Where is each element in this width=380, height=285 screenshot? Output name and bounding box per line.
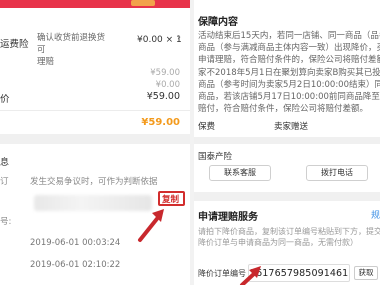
claim-title: 申请理赔服务 (198, 212, 258, 223)
desc-line: 理赔 (37, 57, 55, 67)
coverage-line: 家不2018年5月1日在聚划算向卖家B购买其已投保价保险的 (198, 67, 380, 78)
order-created-time: 2019-06-01 00:03:24 (30, 238, 121, 248)
redacted-order-number (34, 195, 152, 211)
coverage-line: 活动结束后15天内，若同一店铺、同一商品（品名、 (198, 31, 380, 41)
call-phone-button[interactable]: 拨打电话 (306, 165, 368, 181)
order-detail-panel: 运费险 确认收货前退换货可 理赔 ¥0.00 × 1 › ¥59.00 ¥0.0… (0, 0, 190, 285)
coverage-line: 申请理赔，符合赔付条件的，保险公司将赔付差额。 (198, 55, 380, 66)
subtotal-value: ¥59.00 (146, 91, 180, 102)
coverage-line: 商品（参与满减商品主体内容一致）出现降价，买家可向保险公 (198, 43, 380, 54)
total-row: ¥59.00 (0, 114, 190, 132)
insurer-name: 国泰产险 (198, 152, 233, 162)
claim-line: 请拍下降价商品，复制该订单编号粘贴到下方，提交后 (198, 227, 380, 236)
insurance-detail-panel: 保障内容 活动结束后15天内，若同一店铺、同一商品（品名、 商品（参与满减商品主… (194, 0, 380, 285)
order-number-input[interactable]: 3617657985091461 (248, 264, 350, 282)
shipping-insurance-label: 运费险 (0, 39, 29, 50)
price-value: ¥59.00 (150, 68, 180, 78)
premium-value: 卖家赠送 (274, 122, 309, 132)
claim-instructions: 请拍下降价商品，复制该订单编号粘贴到下方，提交后 降价订单与申请商品为同一商品，… (198, 226, 380, 248)
subtotal-row: 价 ¥59.00 (0, 91, 190, 105)
order-number-input-label: 降价订单编号 (198, 269, 246, 278)
fetch-button-label: 获取 (358, 268, 374, 277)
order-number-value: 3617657985091461 (250, 268, 349, 279)
order-paid-time: 2019-06-01 02:10:22 (30, 260, 121, 270)
claim-line: 降价订单与申请商品为同一商品，无需付款） (198, 238, 358, 247)
shipping-insurance-price: ¥0.00 × 1 (137, 35, 182, 45)
order-number-input-row: 降价订单编号 3617657985091461 获取 (194, 263, 380, 283)
copy-button-label: 复制 (162, 195, 180, 205)
dispute-note-row: 订 发生交易争议时，可作为判断依据 (0, 175, 190, 189)
price-value: ¥0.00 (155, 80, 180, 90)
coverage-line: 商品，若该店铺5月17日10:00:00前同商品降至198元时 (198, 92, 380, 103)
order-number-label: 号: (0, 217, 12, 227)
copy-button[interactable]: 复制 (158, 191, 185, 206)
coverage-title: 保障内容 (198, 17, 238, 28)
fetch-button[interactable]: 获取 (354, 266, 378, 280)
desc-line: 确认收货前退换货可 (37, 33, 106, 55)
coverage-line: 赔付，符合赔付条件，保险公司将赔付差额。 (198, 104, 369, 115)
subtotal-label: 价 (0, 94, 10, 105)
coverage-line: 商品（参考时间为卖家5月2日10:00:00结束）同一 (198, 79, 380, 90)
contact-service-label: 联系客服 (224, 168, 256, 177)
section-gap (0, 134, 190, 144)
dispute-note: 发生交易争议时，可作为判断依据 (30, 177, 158, 187)
premium-row: 保费 卖家赠送 (194, 117, 380, 135)
premium-label: 保费 (198, 122, 216, 132)
dispute-prefix: 订 (0, 177, 9, 187)
promo-badge (131, 0, 155, 6)
rules-link[interactable]: 规 (371, 208, 380, 221)
call-phone-label: 拨打电话 (321, 168, 353, 177)
shipping-insurance-desc: 确认收货前退换货可 理赔 (37, 32, 107, 68)
chevron-right-icon[interactable]: › (177, 32, 181, 43)
section-gap (194, 137, 380, 144)
contact-service-button[interactable]: 联系客服 (209, 165, 271, 181)
divider (0, 110, 190, 111)
order-info-heading: 息 (0, 158, 10, 168)
section-gap (194, 192, 380, 201)
total-value: ¥59.00 (141, 117, 180, 128)
shipping-insurance-row[interactable]: 运费险 确认收货前退换货可 理赔 ¥0.00 × 1 › (0, 30, 190, 67)
top-status-bar (0, 0, 190, 8)
coverage-description: 活动结束后15天内，若同一店铺、同一商品（品名、 商品（参与满减商品主体内容一致… (198, 30, 380, 115)
